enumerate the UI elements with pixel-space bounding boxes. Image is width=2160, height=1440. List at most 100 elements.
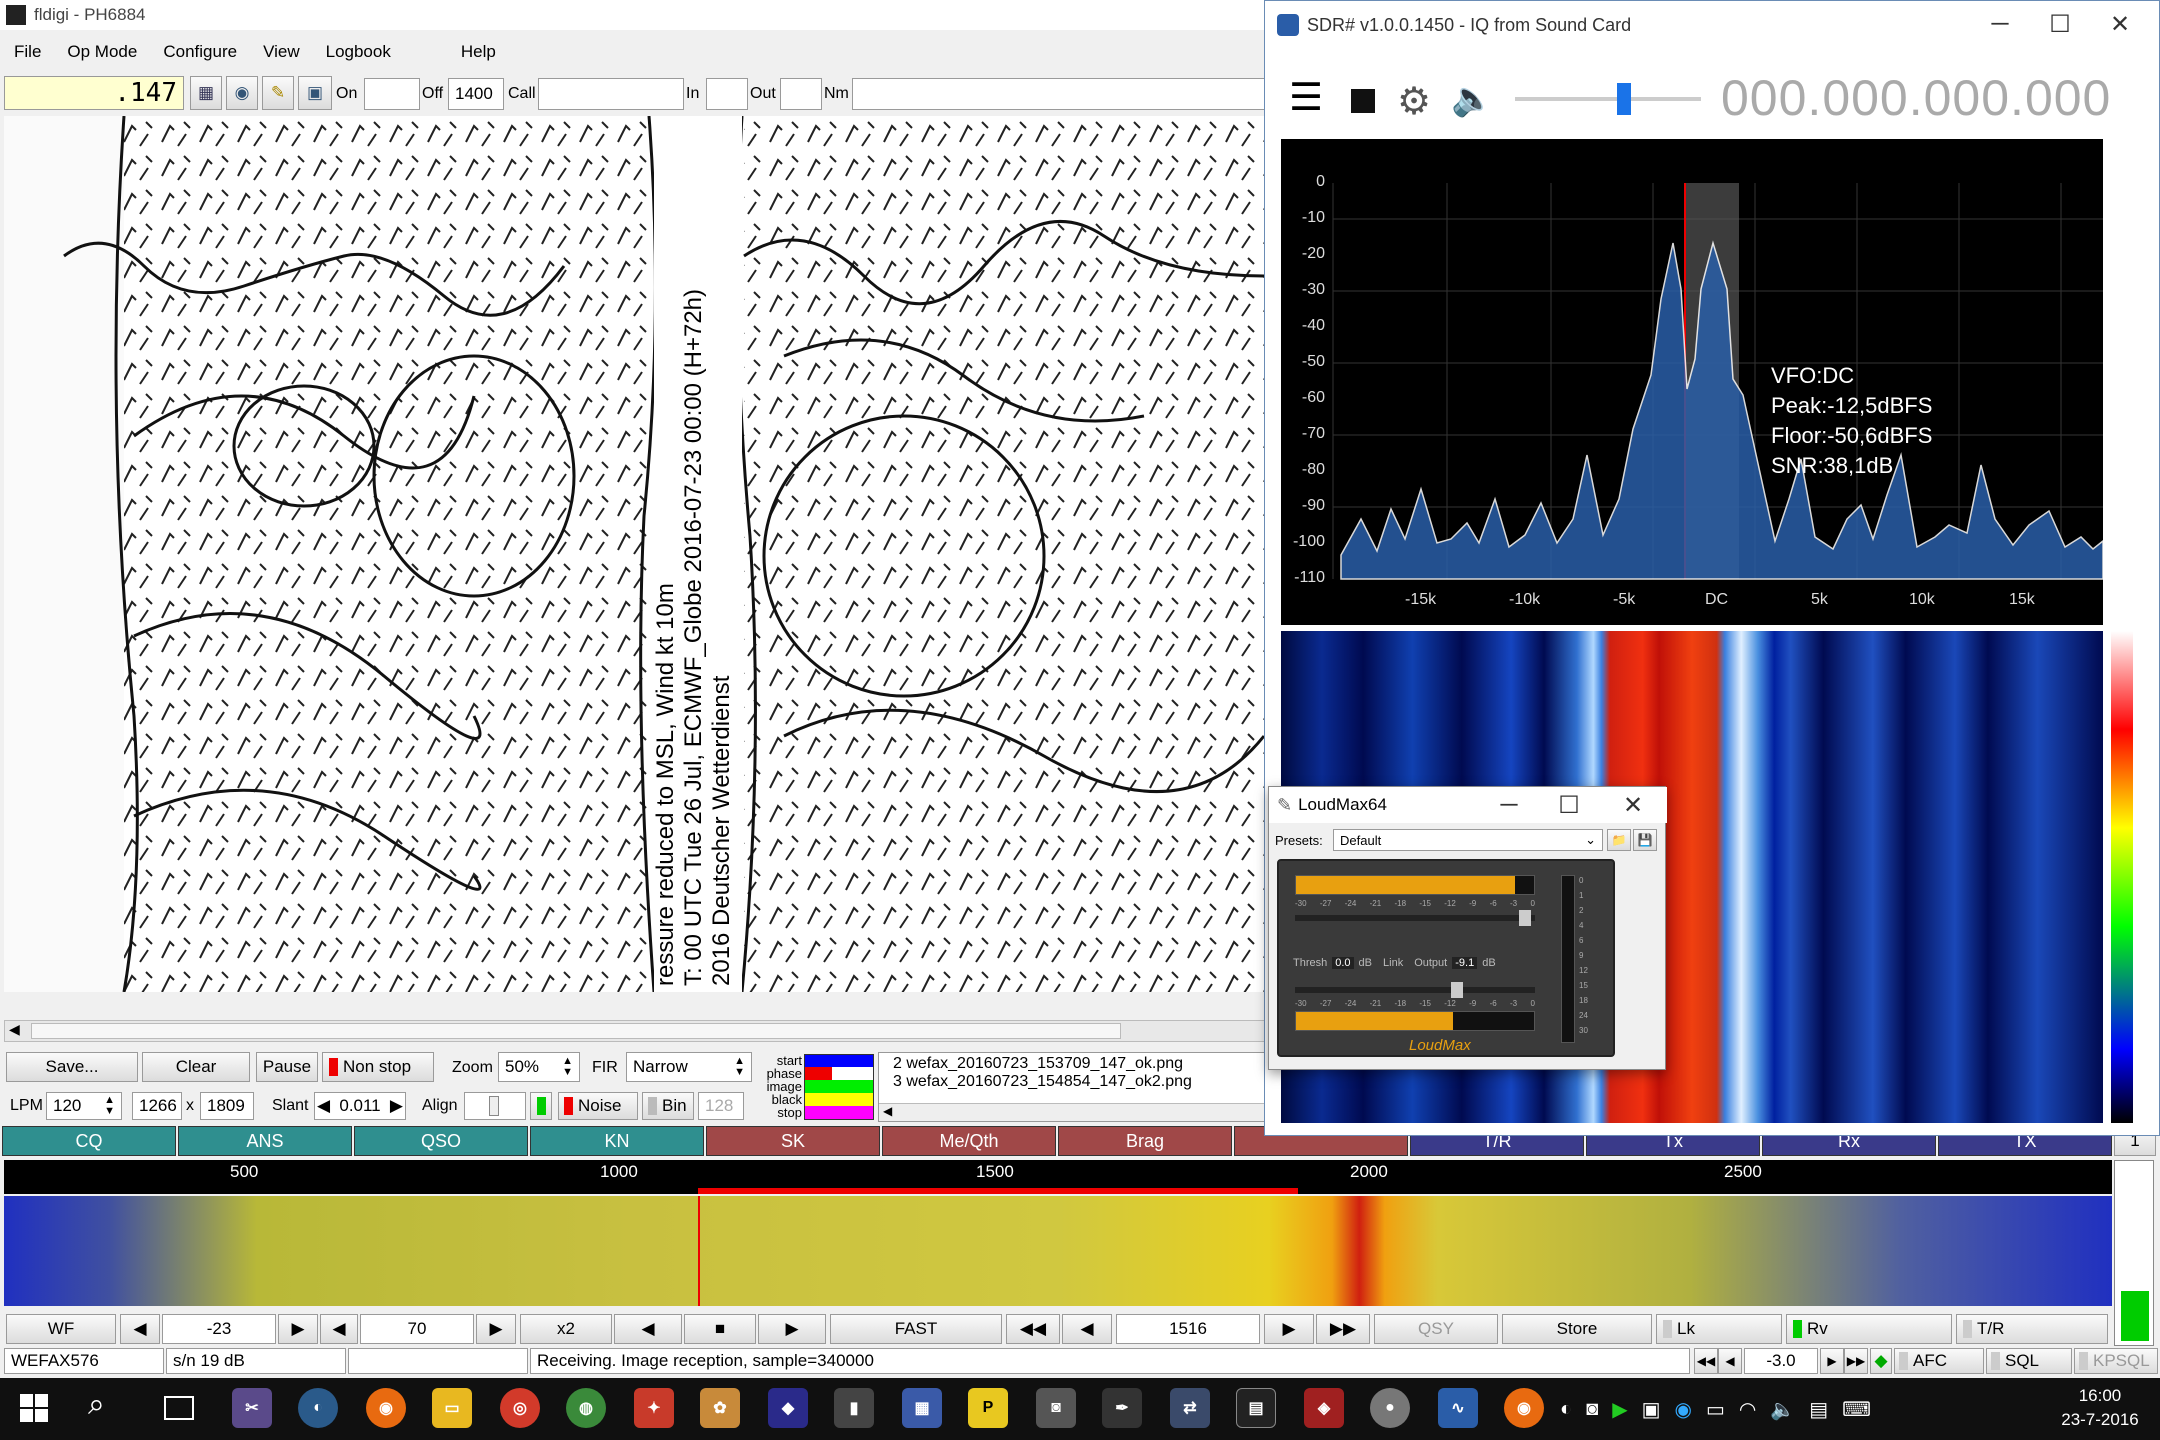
- fast-rewind-icon[interactable]: ◀◀: [1006, 1314, 1060, 1344]
- preset-select[interactable]: Default ⌄: [1333, 829, 1603, 851]
- scroll-left-icon[interactable]: ◀: [9, 1021, 20, 1038]
- binary-toggle[interactable]: Bin: [642, 1092, 694, 1120]
- pen-app-icon[interactable]: ✒: [1102, 1388, 1142, 1428]
- output-slider[interactable]: [1295, 982, 1535, 998]
- link-label[interactable]: Link: [1383, 957, 1403, 969]
- macro-kn-button[interactable]: KN: [530, 1126, 704, 1156]
- waterfall-level-field[interactable]: -23: [162, 1314, 276, 1344]
- minimize-icon[interactable]: ─: [1975, 9, 2025, 39]
- range-down-icon[interactable]: ◀: [320, 1314, 358, 1344]
- macro-ans-button[interactable]: ANS: [178, 1126, 352, 1156]
- stop-icon[interactable]: [1351, 89, 1375, 113]
- fldigi-taskbar-icon[interactable]: ▮: [834, 1388, 874, 1428]
- noise-toggle[interactable]: Noise: [558, 1092, 638, 1120]
- afc-rewind-icon[interactable]: ◀◀: [1694, 1348, 1718, 1374]
- afc-toggle[interactable]: AFC: [1894, 1348, 1984, 1374]
- close-icon[interactable]: ✕: [2095, 9, 2145, 39]
- menu-configure[interactable]: Configure: [163, 42, 237, 62]
- globe-icon[interactable]: ◉: [226, 76, 258, 110]
- pdf-app-icon[interactable]: P: [968, 1388, 1008, 1428]
- loudmax-minimize-icon[interactable]: ─: [1481, 789, 1537, 821]
- clear-button[interactable]: Clear: [142, 1052, 250, 1082]
- bin-threshold-field[interactable]: 128: [698, 1092, 744, 1120]
- afc-back-icon[interactable]: ◀: [1718, 1348, 1742, 1374]
- lpm-select[interactable]: 120 ▲ ▼: [46, 1092, 122, 1120]
- macro-cq-button[interactable]: CQ: [2, 1126, 176, 1156]
- step-back-icon[interactable]: ◀: [1062, 1314, 1112, 1344]
- threshold-thumb[interactable]: [1519, 910, 1531, 926]
- menu-help[interactable]: Help: [461, 42, 496, 62]
- loudmax-close-icon[interactable]: ✕: [1605, 789, 1661, 821]
- camera-app-icon[interactable]: ◙: [1036, 1388, 1076, 1428]
- qsy-button[interactable]: QSY: [1374, 1314, 1498, 1344]
- macro-meqth-button[interactable]: Me/Qth: [882, 1126, 1056, 1156]
- sstv-app-icon[interactable]: ▦: [902, 1388, 942, 1428]
- level-down-icon[interactable]: ◀: [120, 1314, 160, 1344]
- received-files-list[interactable]: 2 wefax_20160723_153709_147_ok.png 3 wef…: [878, 1052, 1270, 1122]
- waterfall-range-field[interactable]: 70: [360, 1314, 474, 1344]
- keyboard-icon[interactable]: ⌨: [1842, 1397, 1871, 1422]
- afc-ff-icon[interactable]: ▶▶: [1844, 1348, 1868, 1374]
- scroll-right-button[interactable]: ▶: [758, 1314, 826, 1344]
- macro-sk-button[interactable]: SK: [706, 1126, 880, 1156]
- align-slider[interactable]: [464, 1092, 526, 1120]
- file-list-scrollbar[interactable]: ◀: [879, 1103, 1269, 1121]
- on-time-field[interactable]: [364, 78, 420, 110]
- call-field[interactable]: [538, 78, 684, 110]
- rst-out-field[interactable]: [780, 78, 822, 110]
- step-forward-icon[interactable]: ▶: [1264, 1314, 1314, 1344]
- threshold-slider[interactable]: [1295, 910, 1535, 926]
- level-up-icon[interactable]: ▶: [278, 1314, 318, 1344]
- rst-in-field[interactable]: [706, 78, 748, 110]
- off-time-field[interactable]: 1400: [448, 78, 504, 110]
- save-preset-icon[interactable]: 💾: [1633, 829, 1657, 851]
- maximize-icon[interactable]: ☐: [2035, 9, 2085, 39]
- sdrsharp-taskbar-icon[interactable]: ∿: [1438, 1388, 1478, 1428]
- file-explorer-icon[interactable]: ▭: [432, 1388, 472, 1428]
- nonstop-toggle[interactable]: Non stop: [322, 1052, 434, 1082]
- wifi-icon[interactable]: ◠: [1739, 1397, 1756, 1422]
- menu-view[interactable]: View: [263, 42, 300, 62]
- tray-cam-icon[interactable]: ◙: [1586, 1398, 1598, 1421]
- fir-select[interactable]: Narrow ▲ ▼: [626, 1052, 752, 1082]
- output-thumb[interactable]: [1451, 982, 1463, 998]
- lock-toggle[interactable]: Lk: [1656, 1314, 1782, 1344]
- pause-button[interactable]: Pause: [256, 1052, 318, 1082]
- loudmax-maximize-icon[interactable]: ☐: [1541, 789, 1597, 821]
- spectrum-analyzer[interactable]: 0 -10 -20 -30 -40 -50 -60 -70 -80 -90 -1…: [1281, 139, 2103, 625]
- tray-disc-icon[interactable]: ◐: [1560, 1398, 1572, 1421]
- sdr-frequency-display[interactable]: 000.000.000.000: [1721, 69, 2151, 127]
- badge-app-icon[interactable]: ◆: [768, 1388, 808, 1428]
- volume-icon[interactable]: 🔈: [1770, 1397, 1795, 1422]
- sql-toggle[interactable]: SQL: [1986, 1348, 2072, 1374]
- store-button[interactable]: Store: [1502, 1314, 1652, 1344]
- speaker-icon[interactable]: 🔈: [1451, 79, 1493, 119]
- firefox-icon[interactable]: ◉: [366, 1388, 406, 1428]
- paint-app-icon[interactable]: ✿: [700, 1388, 740, 1428]
- macro-qso-button[interactable]: QSO: [354, 1126, 528, 1156]
- output-value[interactable]: -9.1: [1452, 957, 1478, 969]
- globe-app-icon[interactable]: ◍: [566, 1388, 606, 1428]
- image-height-field[interactable]: 1809: [200, 1092, 254, 1120]
- scrollbar-thumb[interactable]: [31, 1023, 1121, 1039]
- firefox2-icon[interactable]: ◉: [1504, 1388, 1544, 1428]
- save-log-icon[interactable]: ▣: [298, 76, 332, 110]
- terminal-icon[interactable]: ▤: [1236, 1388, 1276, 1428]
- menu-op-mode[interactable]: Op Mode: [67, 42, 137, 62]
- zoom-x2-button[interactable]: x2: [520, 1314, 612, 1344]
- start-windows-icon[interactable]: [20, 1394, 48, 1422]
- fast-forward-icon[interactable]: ▶▶: [1316, 1314, 1370, 1344]
- file-item[interactable]: 2 wefax_20160723_153709_147_ok.png: [893, 1055, 1255, 1073]
- pencil-icon[interactable]: ✎: [262, 76, 294, 110]
- app-disc-icon[interactable]: ◐: [298, 1388, 338, 1428]
- gear-icon[interactable]: ⚙: [1397, 79, 1431, 124]
- zoom-select[interactable]: 50% ▲ ▼: [498, 1052, 580, 1082]
- search-icon[interactable]: ⌕: [88, 1388, 105, 1422]
- qsy-icon[interactable]: ▦: [190, 76, 222, 110]
- macro-brag-button[interactable]: Brag: [1058, 1126, 1232, 1156]
- reverse-toggle[interactable]: Rv: [1786, 1314, 1952, 1344]
- red-app-icon[interactable]: ◈: [1304, 1388, 1344, 1428]
- notification-icon[interactable]: ▤: [1809, 1397, 1828, 1422]
- image-scrollbar[interactable]: ◀: [4, 1020, 1270, 1042]
- kpsql-toggle[interactable]: KPSQL: [2074, 1348, 2158, 1374]
